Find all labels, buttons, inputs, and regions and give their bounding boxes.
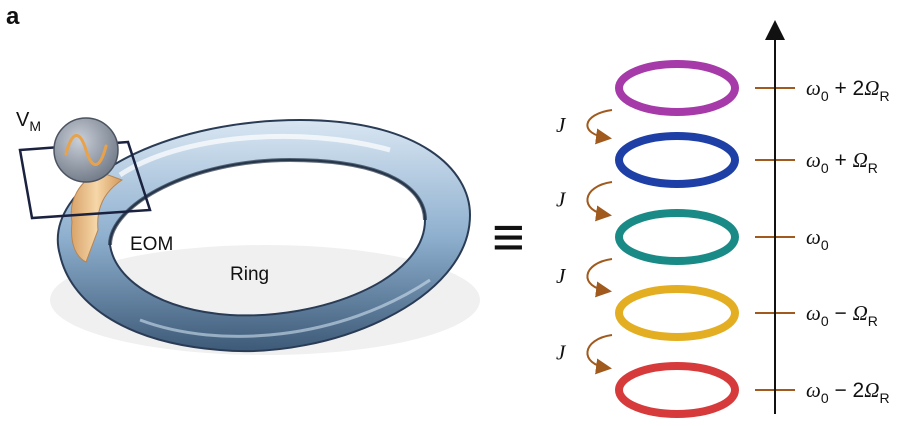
equivalence-symbol: ≡ bbox=[492, 205, 525, 268]
coupling-arrow bbox=[586, 334, 613, 375]
resonator-ring bbox=[615, 285, 739, 341]
frequency-lattice-figure: a VM EOM Ring ≡ ω0 + 2ΩR ω0 + ΩR ω0 ω0 − ΩR… bbox=[6, 3, 890, 418]
resonator-ring bbox=[615, 60, 739, 116]
resonator-ring bbox=[615, 209, 739, 265]
voltage-source bbox=[53, 117, 119, 183]
panel-label: a bbox=[6, 3, 20, 30]
synthetic-frequency-lattice: ω0 + 2ΩR ω0 + ΩR ω0 ω0 − ΩR ω0 − 2ΩR J J J J bbox=[556, 60, 890, 418]
coupling-arrow bbox=[586, 181, 613, 222]
coupling-label: J bbox=[556, 264, 567, 288]
frequency-level-label: ω0 − 2ΩR bbox=[806, 378, 890, 406]
eom-label: EOM bbox=[130, 234, 173, 255]
resonator-ring bbox=[615, 132, 739, 188]
coupling-arrow bbox=[586, 109, 613, 145]
frequency-level-label: ω0 + 2ΩR bbox=[806, 76, 890, 104]
coupling-label: J bbox=[556, 341, 567, 365]
coupling-label: J bbox=[556, 188, 567, 212]
coupling-arrow bbox=[586, 258, 613, 298]
resonator-ring bbox=[615, 362, 739, 418]
ring-label: Ring bbox=[230, 264, 269, 285]
coupling-label: J bbox=[556, 113, 567, 137]
frequency-level-label: ω0 bbox=[806, 225, 829, 253]
frequency-level-label: ω0 + ΩR bbox=[806, 148, 878, 176]
frequency-level-label: ω0 − ΩR bbox=[806, 301, 878, 329]
voltage-label: VM bbox=[16, 109, 41, 134]
